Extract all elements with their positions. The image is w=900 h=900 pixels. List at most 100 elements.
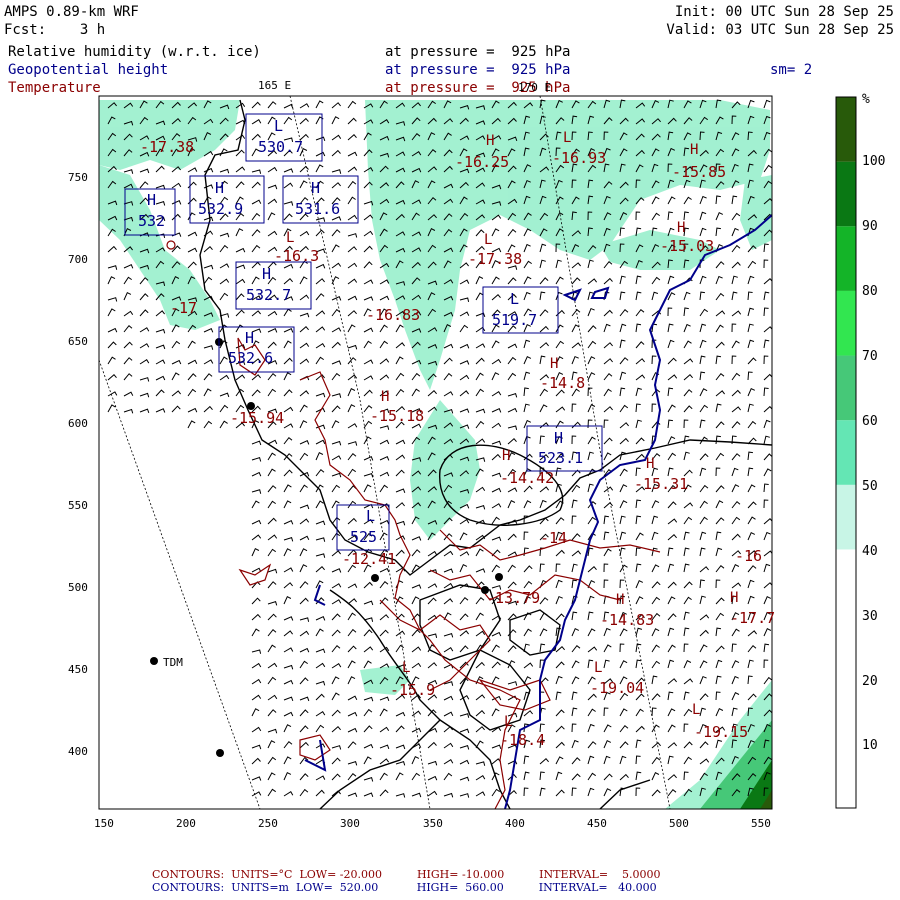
wind-barb [603,309,613,317]
wind-barb [475,420,485,429]
wind-barb [699,595,706,605]
wind-barb [347,151,358,157]
temp-label-type: H [677,220,686,236]
wind-barb [475,486,486,493]
wind-barb [651,772,660,781]
map-canvas [98,95,857,810]
wind-barb [219,278,230,285]
wind-barb [283,484,292,493]
height-label-type: L [274,117,284,135]
wind-barb [475,726,485,733]
wind-barb [395,454,406,461]
wind-barb [667,452,676,461]
wind-barb [235,264,246,270]
wind-barb [251,519,262,525]
wind-barb [139,408,150,414]
wind-barb [251,440,262,446]
wind-barb [363,389,373,397]
wind-barb [491,676,500,685]
wind-barb [331,583,342,589]
wind-barb [763,531,771,541]
wind-barb [747,595,755,605]
wind-barb [347,262,358,269]
wind-barb [475,791,486,797]
wind-barb [363,245,373,253]
wind-barb [699,388,708,397]
wind-barb [395,324,404,333]
wind-barb [251,456,262,462]
wind-barb [443,632,454,638]
wind-barb [107,308,116,317]
wind-barb [731,628,740,637]
wind-barb [315,217,326,222]
wind-barb [395,488,406,493]
wind-barb [603,788,612,797]
wind-barb [315,724,325,733]
wind-barb [475,630,486,637]
wind-barb [443,711,454,717]
wind-barb [443,742,454,749]
wind-barb [603,659,610,669]
wind-barb [203,359,214,365]
colorbar [835,96,857,809]
wind-barb [203,328,214,333]
wind-barb [603,277,613,285]
wind-barb [699,371,706,381]
wind-barb [683,323,691,333]
wind-barb [635,580,644,589]
wind-barb [731,564,740,573]
wind-barb [731,582,742,589]
wind-barb [715,675,722,685]
wind-barb [171,200,182,205]
wind-barb [411,596,420,605]
wind-barb [491,440,502,446]
wind-barb [411,584,422,589]
wind-barb [715,691,721,701]
temp-label-value: -17.7 [730,609,776,627]
wind-barb [315,326,326,333]
wind-barb [395,760,406,766]
wind-barb [443,647,454,653]
wind-barb [667,387,674,397]
wind-barb [283,790,294,797]
wind-barb [715,739,723,749]
wind-barb [283,567,294,573]
wind-barb [587,356,596,365]
wind-barb [459,532,468,541]
wind-barb [187,247,198,253]
wind-barb [139,277,149,285]
wind-barb [379,567,390,573]
wind-barb [715,579,721,589]
wind-barb [683,691,690,701]
wind-barb [763,628,772,637]
wind-barb [587,483,594,493]
wind-barb [187,388,197,397]
wind-barb [267,772,276,781]
wind-barb [267,662,278,669]
wind-barb [683,405,693,413]
wind-barb [219,374,230,381]
wind-barb [299,696,310,702]
wind-barb [107,327,118,333]
wind-barb [699,404,708,413]
wind-barb [699,531,707,541]
wind-barb [683,196,692,205]
colorbar-swatch [836,549,856,615]
wind-barb [299,440,310,445]
wind-barb [651,789,661,797]
wind-barb [763,355,769,365]
wind-barb [347,117,357,125]
wind-barb [619,275,626,285]
wind-barb [395,372,405,381]
wind-barb [203,184,214,189]
wind-barb [683,563,690,573]
wind-barb [155,389,165,397]
wind-barb [427,775,438,781]
wind-barb [635,755,641,765]
wind-barb [635,323,642,333]
wind-barb [619,422,629,429]
wind-barb [299,597,309,605]
wind-barb [267,568,278,574]
wind-barb [747,307,755,317]
wind-barb [635,739,642,749]
